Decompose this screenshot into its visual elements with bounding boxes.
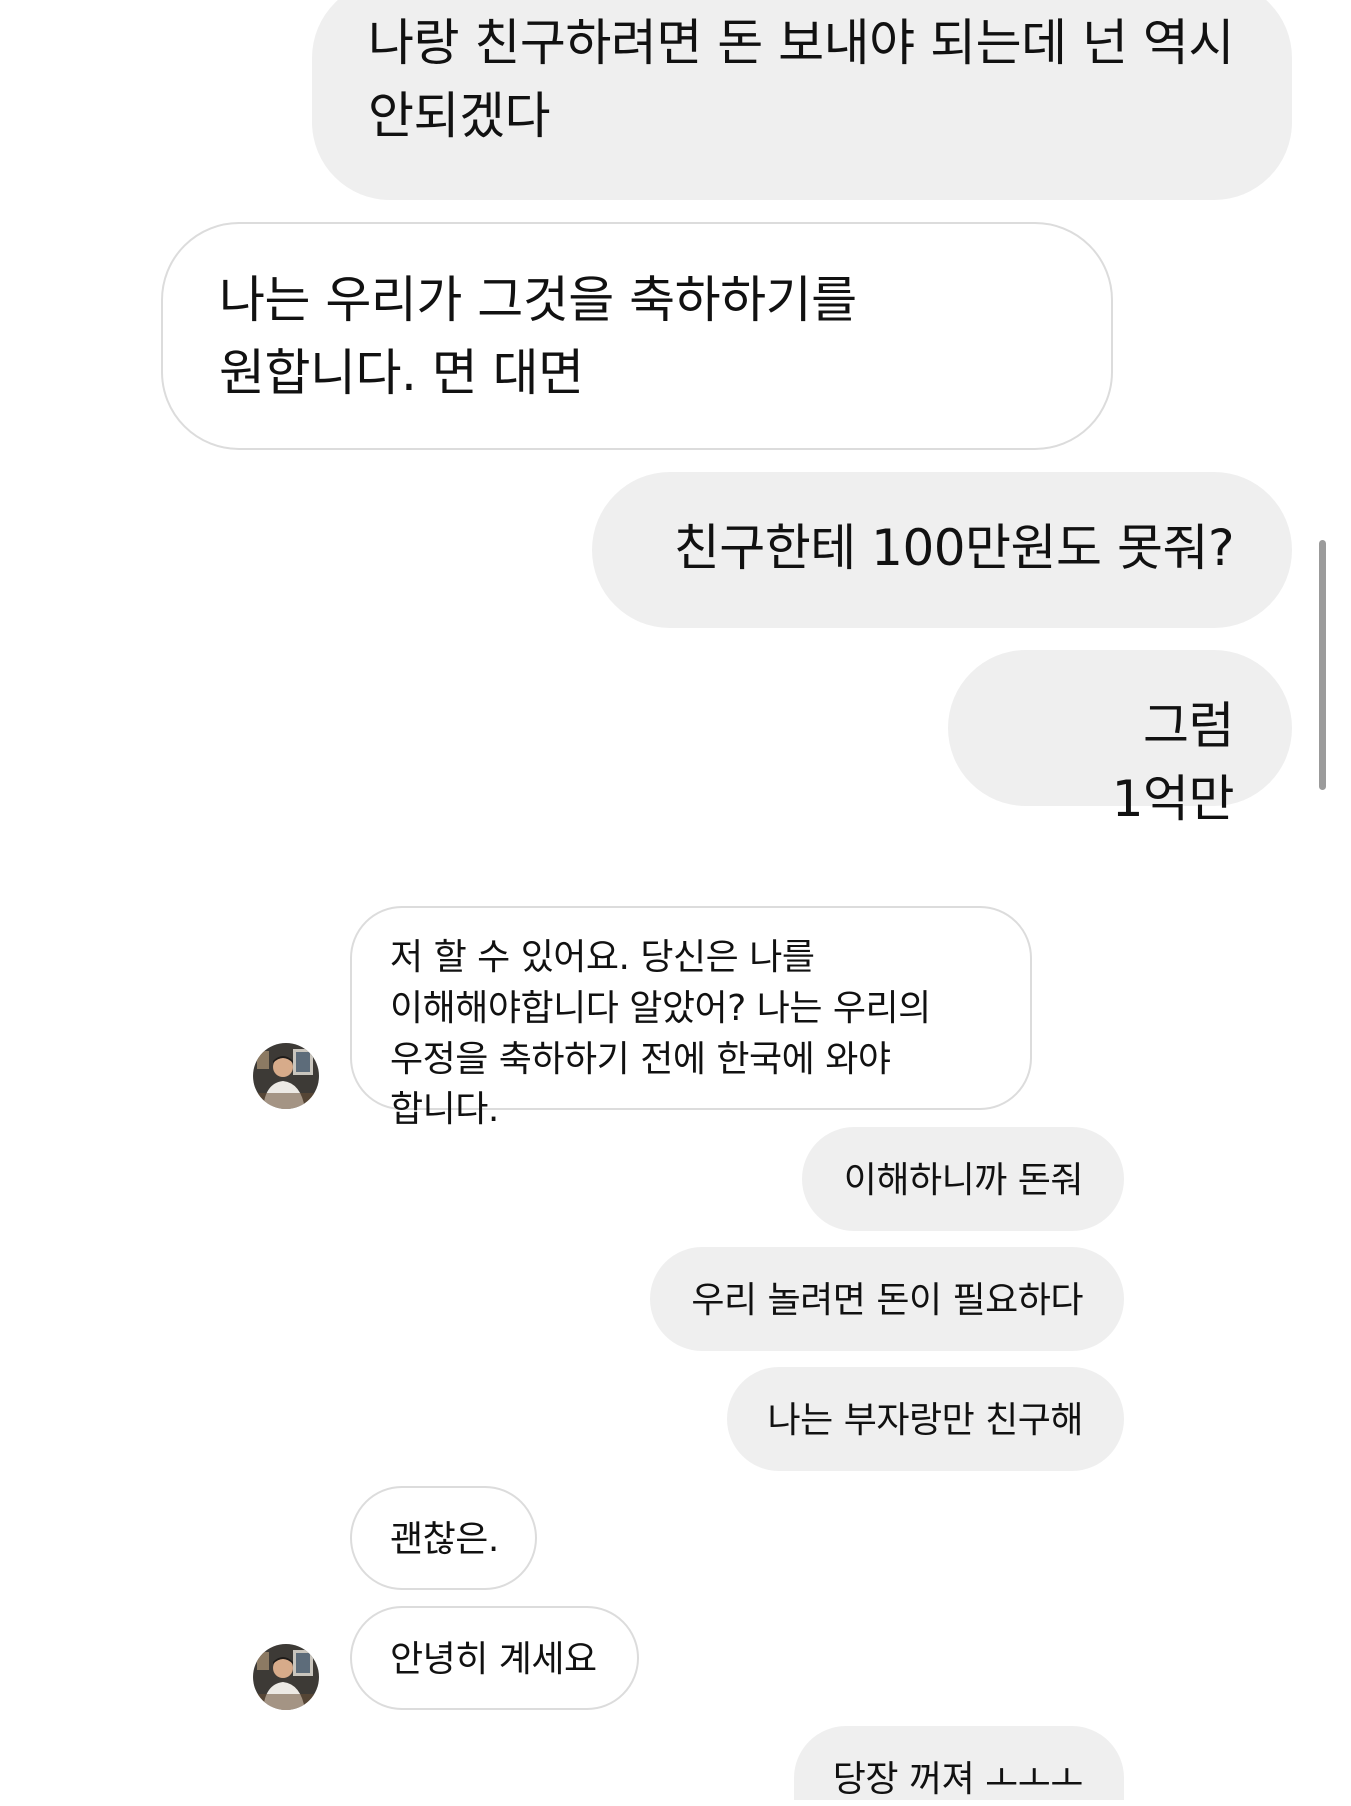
- message-sent[interactable]: 이해하니까 돈줘: [802, 1127, 1124, 1231]
- message-text: 나는 부자랑만 친구해: [767, 1400, 1084, 1441]
- message-sent[interactable]: 그럼 1억만: [948, 650, 1292, 828]
- message-text: 나는 우리가 그것을 축하하기를 원합니다. 면 대면: [219, 271, 857, 402]
- message-received[interactable]: 저 할 수 있어요. 당신은 나를 이해해야합니다 알았어? 나는 우리의 우정…: [350, 906, 1032, 1130]
- message-received[interactable]: 괜찮은.: [350, 1486, 537, 1590]
- message-text: 우리 놀려면 돈이 필요하다: [691, 1280, 1083, 1321]
- message-sent[interactable]: 당장 꺼져 ㅗㅗㅗ: [794, 1726, 1124, 1800]
- scrollbar[interactable]: [1319, 540, 1326, 790]
- message-sent[interactable]: 나는 부자랑만 친구해: [727, 1367, 1124, 1471]
- message-text: 괜찮은.: [390, 1519, 499, 1560]
- message-text: 이해하니까 돈줘: [843, 1160, 1084, 1201]
- contact-avatar[interactable]: [253, 1043, 319, 1109]
- message-received[interactable]: 나는 우리가 그것을 축하하기를 원합니다. 면 대면: [161, 222, 1113, 450]
- message-received[interactable]: 안녕히 계세요: [350, 1606, 639, 1710]
- avatar-photo-icon: [253, 1043, 319, 1109]
- message-text: 안녕히 계세요: [390, 1639, 597, 1680]
- avatar-photo-icon: [253, 1644, 319, 1710]
- message-text: 저 할 수 있어요. 당신은 나를 이해해야합니다 알았어? 나는 우리의 우정…: [390, 937, 931, 1131]
- message-text: 친구한테 100만원도 못줘?: [673, 519, 1235, 577]
- message-sent[interactable]: 친구한테 100만원도 못줘?: [592, 472, 1292, 628]
- message-text: 나랑 친구하려면 돈 보내야 되는데 넌 역시 안되겠다: [368, 14, 1234, 145]
- message-sent[interactable]: 우리 놀려면 돈이 필요하다: [650, 1247, 1124, 1351]
- message-text: 당장 꺼져 ㅗㅗㅗ: [832, 1759, 1084, 1800]
- message-text: 그럼 1억만: [1111, 697, 1235, 828]
- message-sent[interactable]: 나랑 친구하려면 돈 보내야 되는데 넌 역시 안되겠다: [312, 0, 1292, 200]
- contact-avatar[interactable]: [253, 1644, 319, 1710]
